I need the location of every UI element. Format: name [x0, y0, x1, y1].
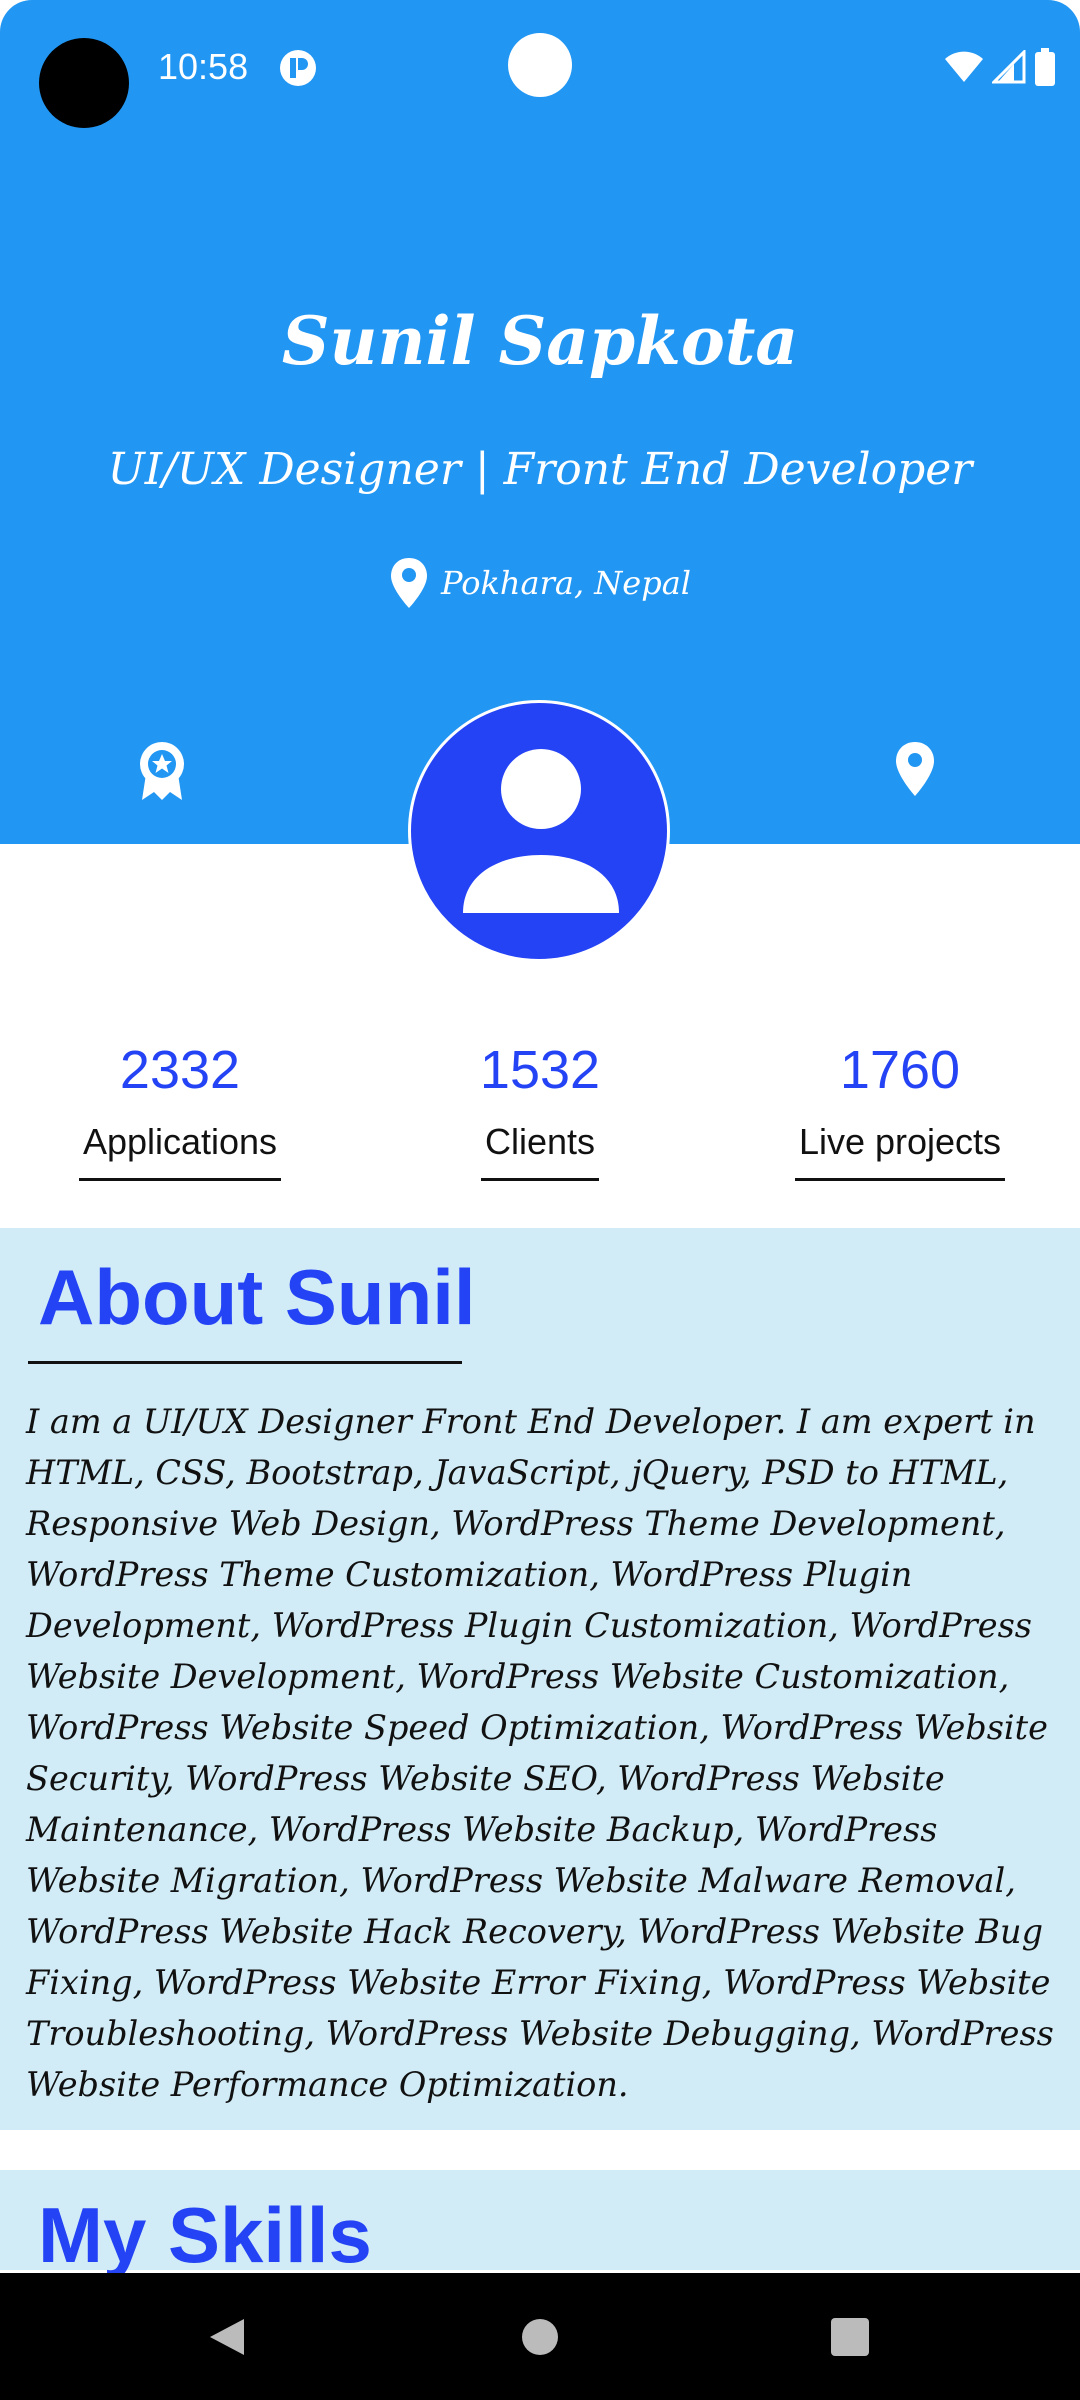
back-triangle-icon: [210, 2319, 244, 2355]
status-icons: [944, 48, 1056, 86]
stat-value: 1760: [839, 1040, 961, 1100]
profile-screen: 10:58 Sunil Sapkota UI/UX Designer | Fro…: [0, 0, 1080, 2400]
award-icon[interactable]: [136, 740, 188, 802]
nav-back-button[interactable]: [196, 2307, 256, 2367]
stat-label: Applications: [78, 1110, 282, 1181]
profile-location: Pokhara, Nepal: [0, 556, 1080, 610]
recents-square-icon: [831, 2318, 869, 2356]
person-icon: [463, 749, 619, 913]
status-time: 10:58: [158, 46, 249, 87]
camera-dot: [39, 38, 129, 128]
location-pin-icon: [390, 558, 427, 608]
stat-applications[interactable]: 2332 Applications: [74, 1030, 286, 1181]
navigation-bar: [0, 2273, 1080, 2400]
about-body: I am a UI/UX Designer Front End Develope…: [26, 1402, 1054, 2104]
stat-clients[interactable]: 1532 Clients: [478, 1030, 602, 1181]
wifi-icon: [945, 51, 983, 82]
battery-icon: [1035, 48, 1055, 86]
front-camera-icon: [508, 33, 572, 97]
signal-icon: [992, 50, 1026, 84]
nav-recents-button[interactable]: [820, 2307, 880, 2367]
profile-title: UI/UX Designer | Front End Developer: [107, 444, 973, 495]
profile-name: Sunil Sapkota: [281, 302, 799, 380]
stat-label: Live projects: [794, 1110, 1006, 1181]
stat-live-projects[interactable]: 1760 Live projects: [790, 1030, 1010, 1181]
about-divider: [28, 1361, 462, 1364]
home-circle-icon: [522, 2319, 558, 2355]
stat-value: 1532: [479, 1040, 601, 1100]
skills-section: My Skills: [0, 2170, 1080, 2279]
stat-label: Clients: [480, 1110, 600, 1181]
skills-title: My Skills: [38, 2191, 372, 2279]
status-bar: 10:58: [0, 0, 1080, 135]
app-notification-icon: [280, 50, 316, 86]
avatar[interactable]: [408, 700, 670, 962]
stat-value: 2332: [119, 1040, 241, 1100]
location-icon[interactable]: [894, 740, 936, 798]
nav-home-button[interactable]: [510, 2307, 570, 2367]
about-title: About Sunil: [38, 1253, 476, 1341]
about-section: About Sunil I am a UI/UX Designer Front …: [0, 1228, 1080, 2130]
location-text: Pokhara, Nepal: [440, 564, 692, 602]
stats-row: 2332 Applications 1532 Clients 1760 Live…: [0, 1030, 1080, 1190]
